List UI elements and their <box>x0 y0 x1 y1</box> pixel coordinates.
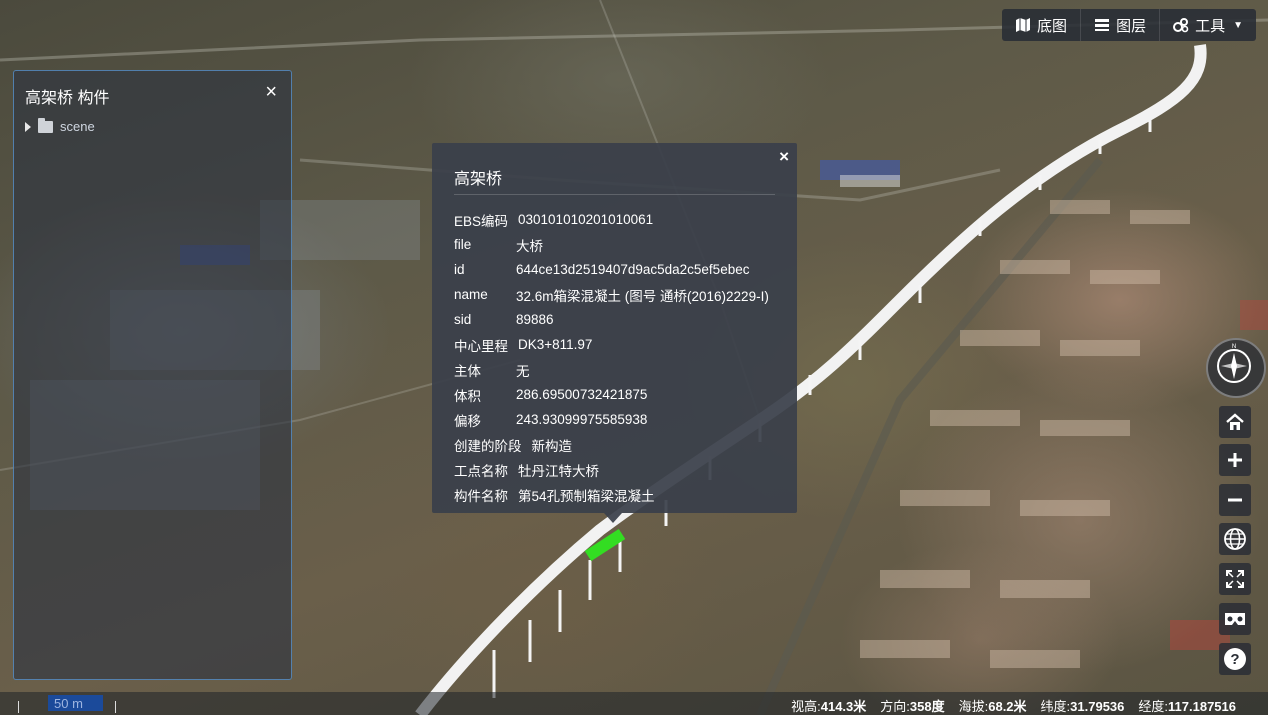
vr-button[interactable] <box>1219 603 1251 635</box>
attribute-row: 创建的阶段 新构造 <box>454 432 787 457</box>
vr-icon <box>1225 613 1245 625</box>
attribute-value: 89886 <box>516 312 554 327</box>
compass-icon[interactable]: N <box>1206 338 1266 398</box>
caret-down-icon: ▼ <box>1233 19 1243 31</box>
attribute-value: 大桥 <box>516 238 543 254</box>
map-icon <box>1016 18 1031 32</box>
svg-text:N: N <box>1232 344 1236 350</box>
attribute-row: 体积 286.69500732421875 <box>454 382 787 407</box>
scale-label: 50 m <box>54 696 83 711</box>
zoom-out-icon <box>1228 498 1242 502</box>
popup-attribute-list: EBS编码 030101010201010061 file 大桥 id 644ce13… <box>454 207 787 507</box>
popup-title: 高架桥 <box>454 171 503 188</box>
component-tree-panel: 高架桥 构件 × scene <box>13 70 292 680</box>
tree-node-label: scene <box>60 119 95 134</box>
attribute-key: 构件名称 <box>454 488 508 504</box>
attribute-key: EBS编码 <box>454 213 509 229</box>
altitude: 海拔:68.2米 <box>958 699 1027 714</box>
attribute-value: 牡丹江特大桥 <box>518 463 599 479</box>
attribute-key: sid <box>454 312 472 327</box>
globe-icon <box>1224 528 1246 550</box>
fullscreen-button[interactable] <box>1219 563 1251 595</box>
heading: 方向:358度 <box>880 699 945 714</box>
attribute-value: 无 <box>516 363 530 379</box>
globe-button[interactable] <box>1219 523 1251 555</box>
tree-node-scene[interactable]: scene <box>25 117 95 134</box>
attribute-row: id 644ce13d2519407d9ac5da2c5ef5ebec <box>454 257 787 282</box>
attribute-value: 030101010201010061 <box>518 212 654 227</box>
basemap-button[interactable]: 底图 <box>1002 9 1082 41</box>
map-toolbar: 底图 图层 工具 ▼ <box>1002 9 1256 41</box>
attribute-row: name 32.6m箱梁混凝土 (图号 通桥(2016)2229-I) <box>454 282 787 307</box>
zoom-out-button[interactable] <box>1219 484 1251 516</box>
layers-button[interactable]: 图层 <box>1081 9 1161 41</box>
popup-divider <box>454 194 775 195</box>
home-button[interactable] <box>1219 406 1251 438</box>
folder-icon <box>38 117 53 133</box>
basemap-label: 底图 <box>1037 17 1068 35</box>
status-bar: 50 m 视高:414.3米 方向:358度 海拔:68.2米 纬度:31.79… <box>0 692 1268 715</box>
attribute-key: id <box>454 262 465 277</box>
layers-icon <box>1095 19 1110 31</box>
attribute-value: 286.69500732421875 <box>516 387 648 402</box>
attribute-value: 第54孔预制箱梁混凝土 <box>518 488 655 504</box>
zoom-in-icon <box>1228 453 1242 467</box>
tools-label: 工具 <box>1195 17 1226 35</box>
view-height: 视高:414.3米 <box>791 699 867 714</box>
tree-panel-title: 高架桥 构件 <box>25 90 110 107</box>
attribute-key: name <box>454 287 488 302</box>
attribute-row: 构件名称 第54孔预制箱梁混凝土 <box>454 482 787 507</box>
attribute-row: 工点名称 牡丹江特大桥 <box>454 457 787 482</box>
feature-info-popup: 高架桥 × EBS编码 030101010201010061 file 大桥 id 6… <box>432 143 797 523</box>
svg-text:?: ? <box>1230 651 1239 668</box>
attribute-value: DK3+811.97 <box>518 337 593 352</box>
attribute-value: 新构造 <box>531 438 573 454</box>
attribute-value: 243.93099975585938 <box>516 412 648 427</box>
attribute-key: 中心里程 <box>454 338 508 354</box>
attribute-key: 工点名称 <box>454 463 508 479</box>
attribute-key: file <box>454 237 472 252</box>
fullscreen-icon <box>1226 570 1244 588</box>
attribute-row: sid 89886 <box>454 307 787 332</box>
attribute-row: 偏移 243.93099975585938 <box>454 407 787 432</box>
attribute-key: 主体 <box>454 363 481 379</box>
popup-close-button[interactable]: × <box>779 147 789 167</box>
home-icon <box>1226 413 1244 430</box>
layers-label: 图层 <box>1116 17 1147 35</box>
zoom-in-button[interactable] <box>1219 444 1251 476</box>
latitude: 纬度:31.79536 <box>1040 699 1125 714</box>
longitude: 经度:117.187516 <box>1138 699 1236 714</box>
attribute-key: 偏移 <box>454 413 481 429</box>
help-button[interactable]: ? <box>1219 643 1251 675</box>
attribute-row: EBS编码 030101010201010061 <box>454 207 787 232</box>
attribute-key: 创建的阶段 <box>454 438 522 454</box>
camera-info: 视高:414.3米 方向:358度 海拔:68.2米 纬度:31.79536 经… <box>791 696 1236 715</box>
attribute-row: 中心里程 DK3+811.97 <box>454 332 787 357</box>
attribute-value: 644ce13d2519407d9ac5da2c5ef5ebec <box>516 262 750 277</box>
tools-button[interactable]: 工具 ▼ <box>1160 9 1256 41</box>
gears-icon <box>1173 18 1189 33</box>
attribute-row: file 大桥 <box>454 232 787 257</box>
scale-bar: 50 m <box>18 692 116 715</box>
expand-arrow-icon[interactable] <box>25 121 31 132</box>
attribute-row: 主体 无 <box>454 357 787 382</box>
attribute-value: 32.6m箱梁混凝土 (图号 通桥(2016)2229-I) <box>516 288 769 304</box>
tree-panel-close-button[interactable]: × <box>265 81 277 104</box>
attribute-key: 体积 <box>454 388 481 404</box>
help-icon: ? <box>1224 648 1246 670</box>
